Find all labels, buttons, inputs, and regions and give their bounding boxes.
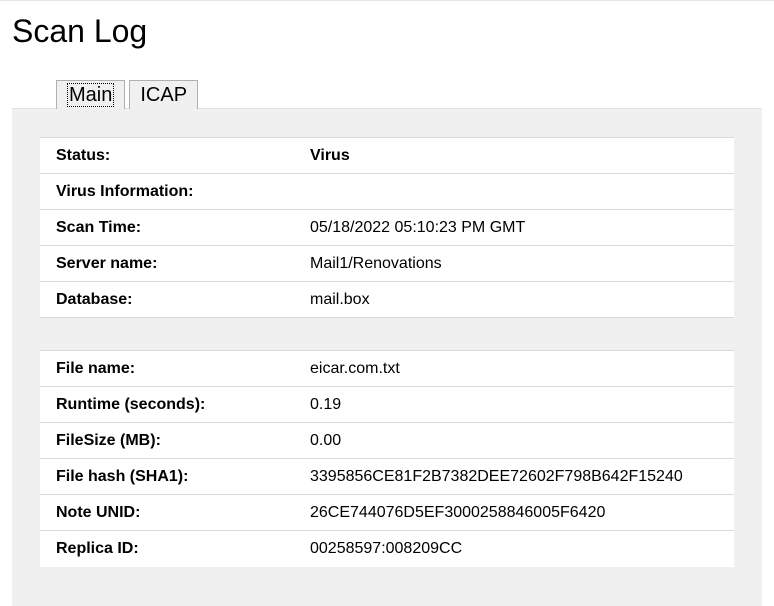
field-value-status: Virus bbox=[310, 147, 718, 165]
field-value-scan-time: 05/18/2022 05:10:23 PM GMT bbox=[310, 219, 718, 237]
field-value-database: mail.box bbox=[310, 291, 718, 309]
table-row: Database: mail.box bbox=[40, 282, 734, 318]
field-value-filesize: 0.00 bbox=[310, 432, 718, 450]
field-label-scan-time: Scan Time: bbox=[56, 219, 310, 237]
details-table: Status: Virus Virus Information: Scan Ti… bbox=[40, 137, 734, 567]
field-value-server-name: Mail1/Renovations bbox=[310, 255, 718, 273]
field-value-runtime: 0.19 bbox=[310, 396, 718, 414]
tab-icap-label: ICAP bbox=[140, 84, 187, 106]
tab-panel-main: Status: Virus Virus Information: Scan Ti… bbox=[12, 108, 762, 606]
field-label-virus-info: Virus Information: bbox=[56, 183, 310, 201]
table-row: Note UNID: 26CE744076D5EF3000258846005F6… bbox=[40, 495, 734, 531]
tab-main[interactable]: Main bbox=[56, 80, 125, 109]
field-label-runtime: Runtime (seconds): bbox=[56, 396, 310, 414]
field-label-database: Database: bbox=[56, 291, 310, 309]
field-label-replica-id: Replica ID: bbox=[56, 540, 310, 558]
table-row: File hash (SHA1): 3395856CE81F2B7382DEE7… bbox=[40, 459, 734, 495]
table-row: FileSize (MB): 0.00 bbox=[40, 423, 734, 459]
scan-log-page: Scan Log Main ICAP Status: Virus Virus I… bbox=[0, 0, 774, 606]
field-label-file-hash: File hash (SHA1): bbox=[56, 468, 310, 486]
field-value-note-unid: 26CE744076D5EF3000258846005F6420 bbox=[310, 504, 718, 522]
field-value-replica-id: 00258597:008209CC bbox=[310, 540, 718, 558]
field-label-filesize: FileSize (MB): bbox=[56, 432, 310, 450]
table-row: Runtime (seconds): 0.19 bbox=[40, 387, 734, 423]
tab-main-label: Main bbox=[67, 83, 114, 107]
field-label-server-name: Server name: bbox=[56, 255, 310, 273]
field-label-status: Status: bbox=[56, 147, 310, 165]
tab-strip: Main ICAP bbox=[12, 78, 762, 108]
table-row: Status: Virus bbox=[40, 138, 734, 174]
table-section-spacer bbox=[40, 318, 734, 351]
table-row: Virus Information: bbox=[40, 174, 734, 210]
field-label-file-name: File name: bbox=[56, 360, 310, 378]
table-row: File name: eicar.com.txt bbox=[40, 351, 734, 387]
table-row: Replica ID: 00258597:008209CC bbox=[40, 531, 734, 567]
field-value-file-name: eicar.com.txt bbox=[310, 360, 718, 378]
table-row: Scan Time: 05/18/2022 05:10:23 PM GMT bbox=[40, 210, 734, 246]
field-label-note-unid: Note UNID: bbox=[56, 504, 310, 522]
table-row: Server name: Mail1/Renovations bbox=[40, 246, 734, 282]
page-title: Scan Log bbox=[12, 13, 774, 50]
tab-icap[interactable]: ICAP bbox=[129, 80, 198, 109]
field-value-file-hash: 3395856CE81F2B7382DEE72602F798B642F15240 bbox=[310, 468, 718, 486]
